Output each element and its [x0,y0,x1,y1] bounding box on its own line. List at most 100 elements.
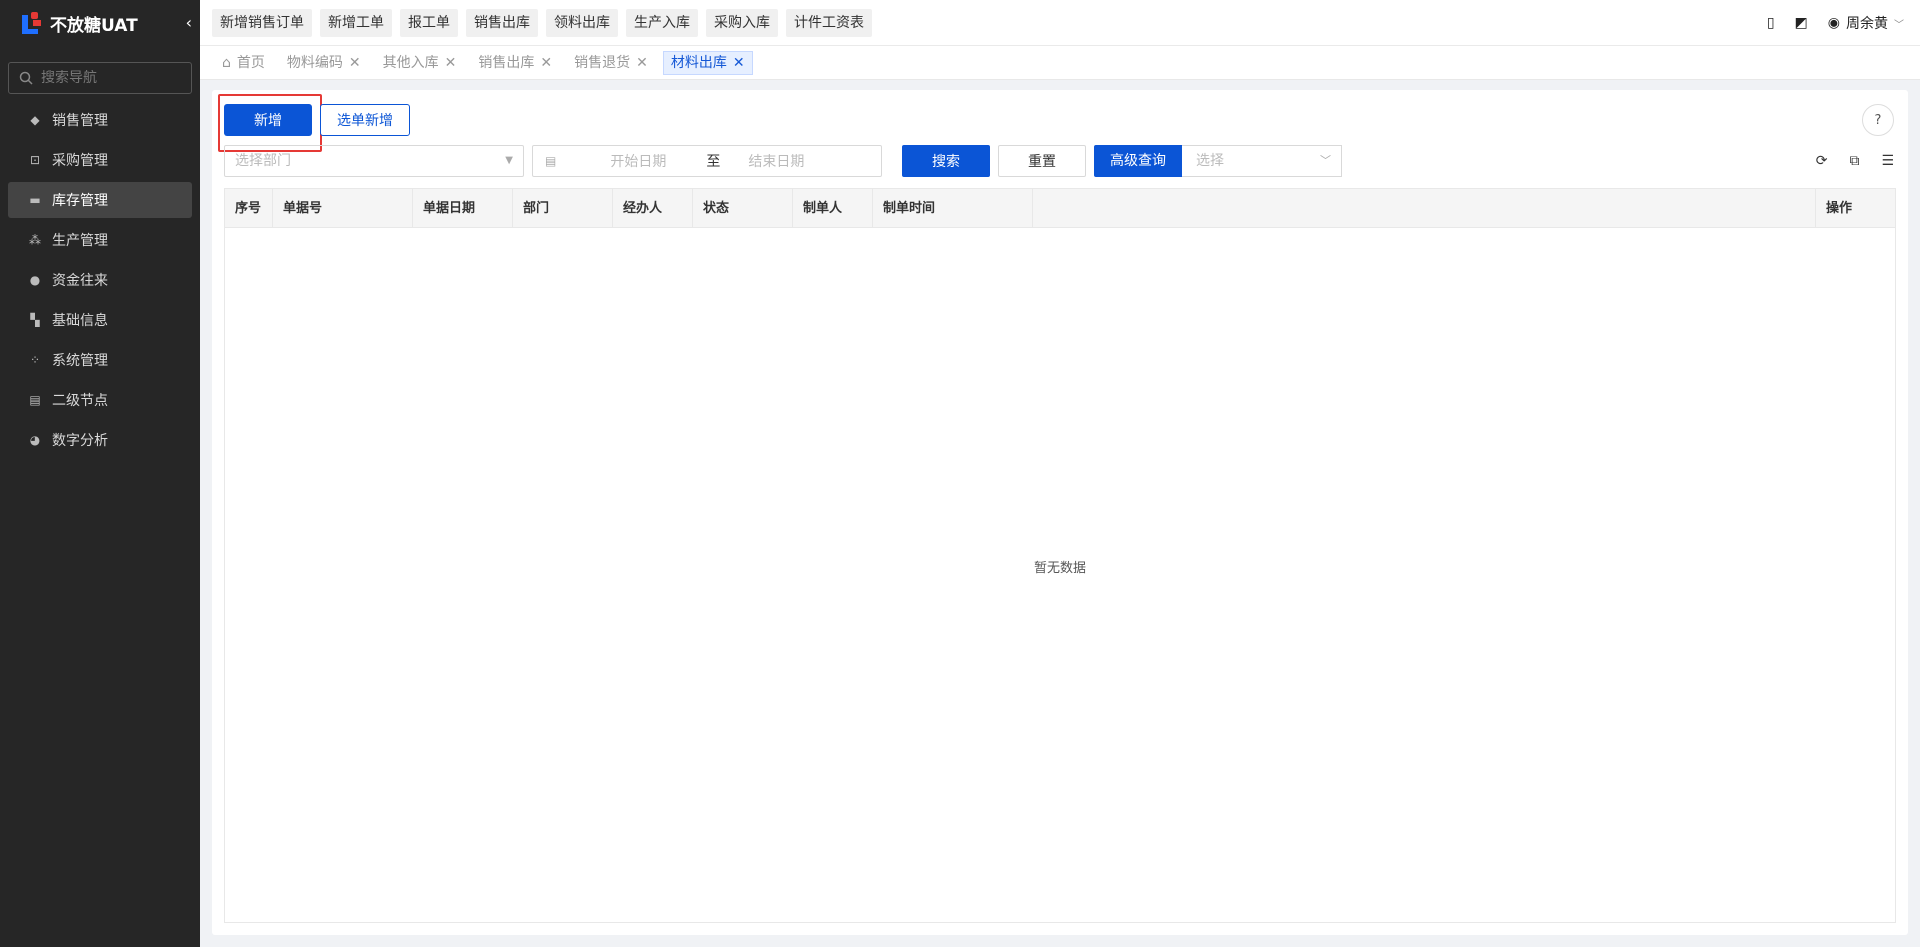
add-button[interactable]: 新增 [224,104,312,136]
collapse-icon[interactable]: ‹ [186,13,192,32]
user-menu[interactable]: ◉ 周余黄 ﹀ [1828,13,1904,33]
tab-home[interactable]: ⌂ 首页 [222,51,272,75]
table-tools: ⟳ ⧉ ☰ [1816,153,1894,169]
column-header: 制单时间 [873,189,1033,228]
sidebar-item[interactable]: ▬ 库存管理 [8,182,192,218]
quick-action-button[interactable]: 新增工单 [320,8,392,37]
chart-icon[interactable]: ◩ [1795,15,1808,31]
archive-icon: ▬ [29,193,41,207]
tab-label: 物料编码 [286,54,343,71]
sidebar-item[interactable]: ⁂ 生产管理 [8,222,192,258]
sidebar-item[interactable]: ▚ 基础信息 [8,302,192,338]
sidebar-item-label: 采购管理 [52,153,108,169]
settings-icon[interactable]: ☰ [1881,153,1894,169]
quick-action-button[interactable]: 领料出库 [546,8,618,37]
calendar-icon: ▤ [545,154,557,168]
quick-action-button[interactable]: 采购入库 [706,8,778,37]
empty-state: 暂无数据 [1033,561,1086,576]
user-name: 周余黄 [1846,16,1888,32]
sidebar-item-label: 销售管理 [52,113,108,129]
mobile-icon[interactable]: ▯ [1767,15,1775,31]
help-icon[interactable]: ? [1862,104,1894,136]
close-icon[interactable]: ✕ [445,51,457,75]
close-icon[interactable]: ✕ [540,51,552,75]
tab[interactable]: 物料编码 ✕ [280,51,368,75]
top-right: ▯ ◩ ◉ 周余黄 ﹀ [1767,0,1904,46]
tab-label: 销售出库 [478,54,535,71]
sidebar-item-label: 系统管理 [52,353,108,369]
chevron-down-icon: ﹀ [1320,154,1331,167]
reset-button[interactable]: 重置 [998,145,1086,177]
close-icon[interactable]: ✕ [733,51,745,75]
sidebar-item[interactable]: ◕ 数字分析 [8,422,192,458]
column-header: 制单人 [793,189,873,228]
layout-icon: ▚ [30,313,40,327]
range-separator: 至 [706,154,721,170]
side-menu: ◆ 销售管理 ⊡ 采购管理 ▬ 库存管理 ⁂ 生产管理 ● 资金往来 ▚ 基础信息 ⁘ 系统管理 ▤ 二级节点… [0,102,200,458]
advanced-query[interactable]: 高级查询 选择 ﹀ [1094,145,1342,177]
column-header: 状态 [693,189,793,228]
topbar: 新增销售订单 新增工单 报工单 销售出库 领料出库 生产入库 采购入库 计件工资表 ▯ ◩ ◉… [200,0,1920,46]
tab[interactable]: 销售出库 ✕ [471,51,559,75]
advanced-select-placeholder: 选择 [1196,153,1224,169]
quick-action-button[interactable]: 计件工资表 [786,8,872,37]
select-add-button[interactable]: 选单新增 [320,104,410,136]
quick-action-button[interactable]: 销售出库 [466,8,538,37]
caret-down-icon: ▼ [505,155,513,166]
sidebar-item-label: 库存管理 [52,193,108,209]
nodes-icon: ⁂ [29,233,41,247]
tab[interactable]: 其他入库 ✕ [376,51,464,75]
tab[interactable]: 材料出库 ✕ [662,50,753,75]
brand: 不放糖UAT ‹ [0,0,200,46]
search-icon [19,71,33,85]
sidebar-item-label: 生产管理 [52,233,108,249]
sidebar-item[interactable]: ◆ 销售管理 [8,102,192,138]
tab-bar: ⌂ 首页 物料编码 ✕ 其他入库 ✕ 销售出库 ✕ 销售退货 ✕ 材料出库 ✕ [200,46,1920,80]
chevron-down-icon: ﹀ [1894,19,1904,31]
column-header: 序号 [225,189,273,228]
tab[interactable]: 销售退货 ✕ [567,51,655,75]
close-icon[interactable]: ✕ [636,51,648,75]
search-button[interactable]: 搜索 [902,145,990,177]
sidebar-item-label: 数字分析 [52,433,108,449]
sidebar: 不放糖UAT ‹ ◆ 销售管理 ⊡ 采购管理 ▬ 库存管理 ⁂ 生产管理 ● 资金往来 ▚ 基础信息 ⁘… [0,0,200,947]
fullscreen-icon[interactable]: ⧉ [1849,153,1859,169]
column-header: 部门 [513,189,613,228]
column-header: 单据日期 [413,189,513,228]
advanced-query-label[interactable]: 高级查询 [1094,145,1182,177]
tab-label: 销售退货 [574,54,631,71]
quick-action-button[interactable]: 新增销售订单 [212,8,312,37]
pie-icon: ◕ [29,433,41,447]
sidebar-item[interactable]: ⁘ 系统管理 [8,342,192,378]
nav-search-input[interactable] [41,70,181,86]
content-card: 新增 选单新增 ? 选择部门 ▼ ▤ 开始日期 至 结束日期 搜索 重置 高级查… [212,90,1908,935]
date-range-picker[interactable]: ▤ 开始日期 至 结束日期 [532,145,882,177]
quick-action-button[interactable]: 报工单 [400,8,458,37]
end-date[interactable]: 结束日期 [748,151,804,171]
sidebar-item[interactable]: ● 资金往来 [8,262,192,298]
dept-select[interactable]: 选择部门 ▼ [224,145,524,177]
data-table: 序号 单据号 单据日期 部门 经办人 状态 制单人 制单时间 操作 暂无数据 [224,188,1896,923]
column-header: 经办人 [613,189,693,228]
sidebar-item-label: 二级节点 [52,393,108,409]
sidebar-item-label: 资金往来 [52,273,108,289]
quick-action-button[interactable]: 生产入库 [626,8,698,37]
sidebar-item[interactable]: ▤ 二级节点 [8,382,192,418]
column-operation: 操作 [1815,189,1895,228]
nav-search[interactable] [8,62,192,94]
advanced-query-select[interactable]: 选择 ﹀ [1182,145,1342,177]
column-header: 单据号 [273,189,413,228]
money-icon: ● [29,273,41,287]
dept-select-placeholder: 选择部门 [235,153,291,169]
start-date[interactable]: 开始日期 [610,151,690,171]
user-icon: ◉ [1827,15,1840,31]
table-header: 序号 单据号 单据日期 部门 经办人 状态 制单人 制单时间 操作 [225,189,1895,228]
tab-label: 首页 [236,54,265,71]
sidebar-item-label: 基础信息 [52,313,108,329]
sidebar-item[interactable]: ⊡ 采购管理 [8,142,192,178]
home-icon: ⌂ [222,54,231,71]
close-icon[interactable]: ✕ [349,51,361,75]
brand-title: 不放糖UAT [50,15,138,36]
refresh-icon[interactable]: ⟳ [1816,153,1828,169]
quick-actions: 新增销售订单 新增工单 报工单 销售出库 领料出库 生产入库 采购入库 计件工资表 [212,8,880,37]
